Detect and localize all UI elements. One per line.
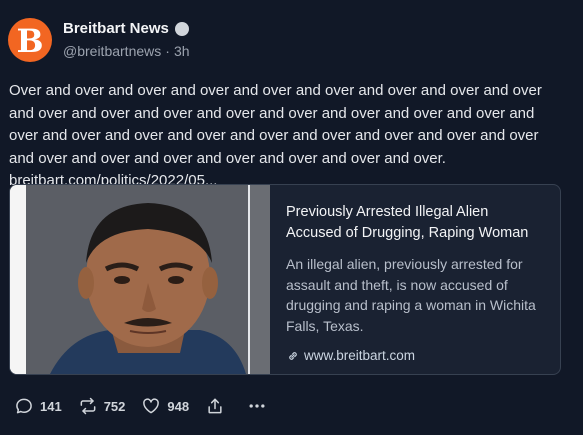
post-text: Over and over and over and over and over… [9,80,544,193]
post-timestamp[interactable]: 3h [174,43,190,59]
avatar-letter: B [16,22,44,60]
reply-icon [16,398,32,414]
card-description: An illegal alien, previously arrested fo… [286,256,536,334]
action-bar: 141 752 948 [14,394,283,418]
author-display-name[interactable]: Breitbart News [63,20,169,37]
heart-icon [143,398,160,414]
link-preview-card[interactable]: Previously Arrested Illegal Alien Accuse… [9,184,561,375]
reply-count: 141 [40,398,62,414]
card-body: Previously Arrested Illegal Alien Accuse… [270,185,560,374]
avatar[interactable]: B [8,18,52,62]
more-options-button[interactable] [247,396,267,416]
more-icon [249,404,265,408]
post: B Breitbart News @breitbartnews · 3h Ove… [0,0,583,435]
meta-separator: · [165,43,170,59]
verified-icon [174,21,189,36]
reply-button[interactable]: 141 [14,396,62,416]
share-icon [208,398,222,414]
card-domain-text: www.breitbart.com [304,348,416,363]
share-button[interactable] [205,396,225,416]
repost-count: 752 [103,398,126,414]
card-title[interactable]: Previously Arrested Illegal Alien Accuse… [286,202,544,244]
author-name-row: Breitbart News [63,20,189,37]
like-count: 948 [167,398,190,414]
author-meta: @breitbartnews · 3h [63,43,190,59]
like-button[interactable]: 948 [141,396,189,416]
author-handle[interactable]: @breitbartnews [63,43,161,59]
repost-button[interactable]: 752 [78,396,126,416]
mugshot-image [10,185,270,374]
link-icon [289,351,297,360]
card-domain: www.breitbart.com [286,348,544,363]
post-header: B Breitbart News @breitbartnews · 3h [8,16,567,64]
repost-icon [80,397,96,415]
card-thumbnail [10,185,270,374]
post-body-text: Over and over and over and over and over… [9,82,542,167]
